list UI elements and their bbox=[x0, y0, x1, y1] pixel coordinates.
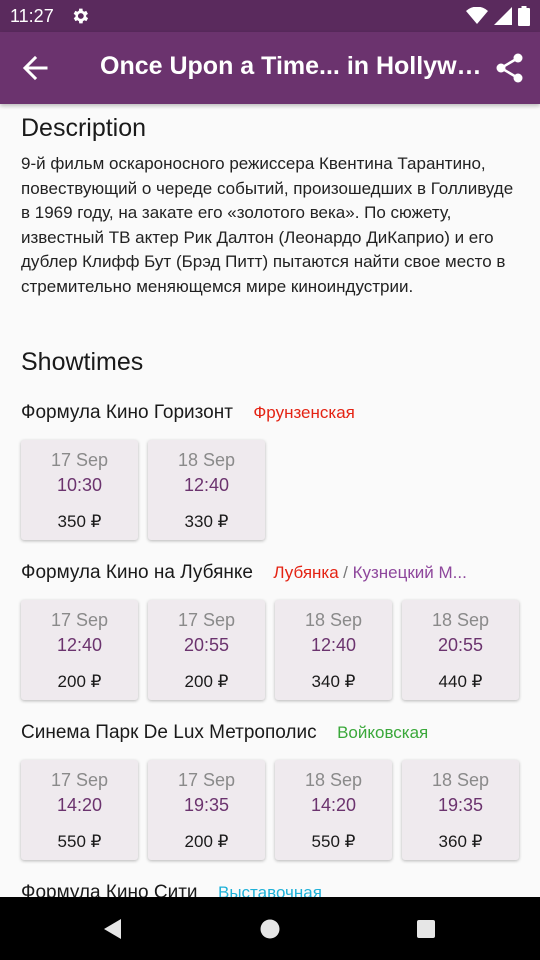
metro-separator: / bbox=[343, 563, 353, 582]
showtime-date: 17 Sep bbox=[177, 610, 236, 630]
showtime-price: 330 ₽ bbox=[184, 512, 229, 531]
cinema-header: Синема Парк De Lux Метрополис Войковская bbox=[21, 722, 530, 752]
system-icons bbox=[466, 6, 530, 26]
showtime-time: 12:40 bbox=[56, 635, 103, 655]
arrow-back-icon[interactable] bbox=[20, 54, 52, 82]
share-icon[interactable] bbox=[494, 52, 526, 84]
showtime-date: 18 Sep bbox=[304, 610, 363, 630]
showtime-card[interactable]: 18 Sep 12:40 340 ₽ bbox=[275, 600, 392, 700]
showtime-card[interactable]: 18 Sep 20:55 440 ₽ bbox=[402, 600, 519, 700]
metro-station: Кузнецкий М... bbox=[352, 563, 467, 582]
app-bar: Once Upon a Time... in Hollywood bbox=[0, 32, 540, 104]
showtime-date: 18 Sep bbox=[431, 610, 490, 630]
showtime-time: 19:35 bbox=[183, 795, 230, 815]
cinema-header: Формула Кино на Лубянке Лубянка / Кузнец… bbox=[21, 562, 530, 592]
gear-icon bbox=[73, 8, 89, 24]
cinema-name: Формула Кино на Лубянке bbox=[21, 562, 253, 583]
metro-station: Фрунзенская bbox=[253, 403, 355, 422]
showtime-card[interactable]: 17 Sep 12:40 200 ₽ bbox=[21, 600, 138, 700]
nav-back-icon[interactable] bbox=[101, 917, 125, 941]
showtime-price: 360 ₽ bbox=[438, 832, 483, 851]
navigation-bar bbox=[0, 897, 540, 960]
status-bar: 11:27 bbox=[0, 0, 540, 32]
showtime-price: 200 ₽ bbox=[184, 832, 229, 851]
showtime-price: 200 ₽ bbox=[57, 672, 102, 691]
showtime-time: 20:55 bbox=[437, 635, 484, 655]
showtime-time: 12:40 bbox=[183, 475, 230, 495]
page-title: Once Upon a Time... in Hollywood bbox=[100, 52, 482, 80]
showtime-list: 17 Sep 10:30 350 ₽ 18 Sep 12:40 330 ₽ bbox=[21, 440, 265, 540]
battery-icon bbox=[518, 6, 530, 26]
showtime-card[interactable]: 17 Sep 14:20 550 ₽ bbox=[21, 760, 138, 860]
showtime-card[interactable]: 17 Sep 19:35 200 ₽ bbox=[148, 760, 265, 860]
showtime-date: 17 Sep bbox=[50, 770, 109, 790]
showtime-card[interactable]: 18 Sep 14:20 550 ₽ bbox=[275, 760, 392, 860]
showtime-card[interactable]: 18 Sep 12:40 330 ₽ bbox=[148, 440, 265, 540]
showtime-card[interactable]: 17 Sep 20:55 200 ₽ bbox=[148, 600, 265, 700]
showtime-list: 17 Sep 14:20 550 ₽ 17 Sep 19:35 200 ₽ 18… bbox=[21, 760, 519, 860]
cinema-header: Формула Кино Сити Выставочная bbox=[21, 882, 530, 897]
showtime-date: 18 Sep bbox=[304, 770, 363, 790]
nav-recents-icon[interactable] bbox=[414, 917, 438, 941]
signal-icon bbox=[494, 7, 512, 25]
cinema-name: Синема Парк De Lux Метрополис bbox=[21, 722, 317, 743]
nav-home-icon[interactable] bbox=[258, 917, 282, 941]
showtime-date: 18 Sep bbox=[431, 770, 490, 790]
movie-details[interactable]: Description 9-й фильм оскароносного режи… bbox=[0, 104, 540, 897]
showtime-date: 17 Sep bbox=[50, 450, 109, 470]
showtime-date: 17 Sep bbox=[177, 770, 236, 790]
showtime-price: 350 ₽ bbox=[57, 512, 102, 531]
description-text: 9-й фильм оскароносного режиссера Квенти… bbox=[21, 154, 514, 296]
showtime-card[interactable]: 18 Sep 19:35 360 ₽ bbox=[402, 760, 519, 860]
showtime-date: 18 Sep bbox=[177, 450, 236, 470]
showtime-card[interactable]: 17 Sep 10:30 350 ₽ bbox=[21, 440, 138, 540]
metro-station: Войковская bbox=[337, 723, 429, 742]
showtime-time: 14:20 bbox=[310, 795, 357, 815]
showtime-list: 17 Sep 12:40 200 ₽ 17 Sep 20:55 200 ₽ 18… bbox=[21, 600, 519, 700]
showtime-price: 340 ₽ bbox=[311, 672, 356, 691]
showtime-price: 550 ₽ bbox=[311, 832, 356, 851]
showtime-time: 12:40 bbox=[310, 635, 357, 655]
status-time: 11:27 bbox=[10, 6, 54, 26]
metro-station: Лубянка bbox=[273, 563, 339, 582]
showtime-time: 20:55 bbox=[183, 635, 230, 655]
cinema-header: Формула Кино Горизонт Фрунзенская bbox=[21, 402, 530, 432]
showtimes-heading: Showtimes bbox=[21, 348, 144, 376]
metro-station: Выставочная bbox=[218, 883, 322, 897]
showtime-date: 17 Sep bbox=[50, 610, 109, 630]
cinema-name: Формула Кино Горизонт bbox=[21, 402, 233, 423]
showtime-time: 10:30 bbox=[56, 475, 103, 495]
cinema-name: Формула Кино Сити bbox=[21, 882, 198, 897]
showtime-time: 19:35 bbox=[437, 795, 484, 815]
description-heading: Description bbox=[21, 114, 147, 142]
showtime-price: 440 ₽ bbox=[438, 672, 483, 691]
showtime-price: 550 ₽ bbox=[57, 832, 102, 851]
showtime-time: 14:20 bbox=[56, 795, 103, 815]
showtime-price: 200 ₽ bbox=[184, 672, 229, 691]
wifi-icon bbox=[466, 7, 488, 24]
